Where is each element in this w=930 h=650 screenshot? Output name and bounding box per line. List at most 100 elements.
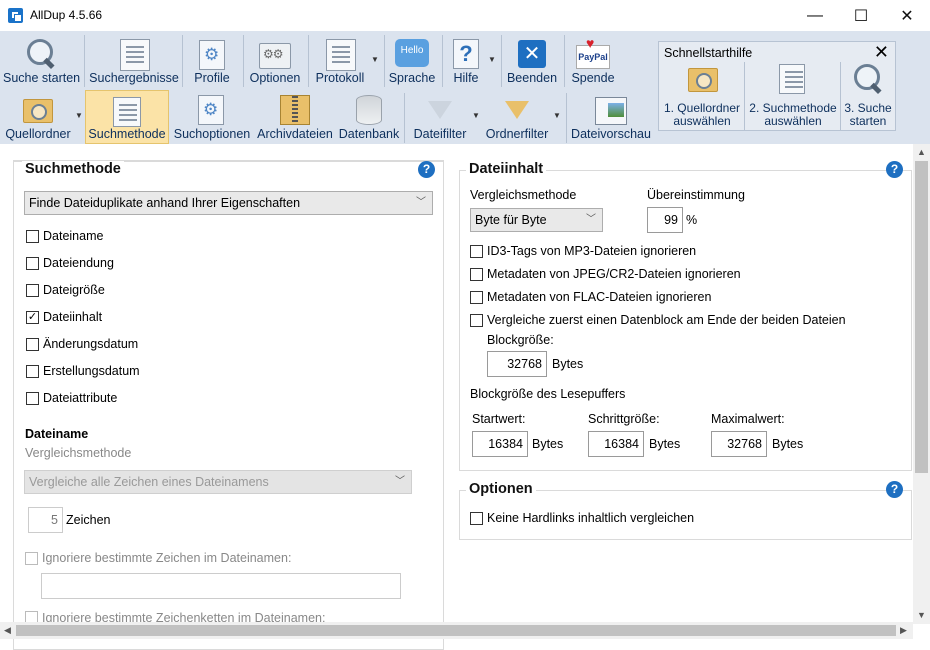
heart-icon: ♥: [586, 35, 595, 51]
help-button[interactable]: ? Hilfe: [446, 33, 486, 87]
file-filter-button[interactable]: Dateifilter: [410, 91, 470, 143]
help-dropdown-icon[interactable]: ▼: [488, 55, 496, 64]
file-filter-label: Dateifilter: [413, 127, 467, 141]
chars-count-input[interactable]: 5: [28, 507, 63, 533]
quickstart-step-3[interactable]: 3. Suche starten: [842, 64, 894, 130]
separator: [564, 35, 565, 87]
quickstart-close-icon[interactable]: ✕: [874, 42, 889, 63]
start-value-input[interactable]: 16384: [472, 431, 528, 457]
step-size-unit: Bytes: [649, 437, 681, 451]
exit-button[interactable]: ✕ Beenden: [505, 33, 559, 87]
percent-label: %: [686, 213, 698, 227]
language-button[interactable]: Hello Sprache: [387, 33, 437, 87]
property-checkbox[interactable]: Dateiendung: [26, 256, 114, 270]
donate-button[interactable]: PayPal ♥ Spende: [568, 33, 618, 87]
start-value-unit: Bytes: [532, 437, 564, 451]
file-preview-label: Dateivorschau: [571, 127, 651, 141]
content-checkbox[interactable]: Vergleiche zuerst einen Datenblock am En…: [470, 313, 846, 327]
search-results-button[interactable]: Suchergebnisse: [89, 33, 179, 87]
scroll-right-icon[interactable]: ▶: [900, 625, 907, 636]
checkbox-box: [26, 283, 39, 297]
step1-line2: auswählen: [673, 114, 731, 128]
compare-method-select[interactable]: Byte für Byte ﹀: [470, 208, 603, 232]
ignore-chars-label: Ignoriere bestimmte Zeichen im Dateiname…: [42, 551, 292, 565]
content-checkbox[interactable]: Metadaten von FLAC-Dateien ignorieren: [470, 290, 711, 304]
source-folders-button[interactable]: Quellordner: [3, 91, 73, 143]
scroll-left-icon[interactable]: ◀: [4, 625, 11, 636]
search-method-button[interactable]: Suchmethode: [85, 90, 169, 144]
max-value-input[interactable]: 32768: [711, 431, 767, 457]
ignore-strings-checkbox[interactable]: Ignoriere bestimmte Zeichenketten im Dat…: [25, 611, 325, 622]
folder-filter-dropdown-icon[interactable]: ▼: [553, 111, 561, 120]
file-content-help-icon[interactable]: ?: [886, 161, 903, 178]
file-filter-dropdown-icon[interactable]: ▼: [472, 111, 480, 120]
source-folders-dropdown-icon[interactable]: ▼: [75, 111, 83, 120]
ignore-chars-input[interactable]: [41, 573, 401, 599]
profiles-icon: [199, 40, 225, 70]
checkbox-box: ✓: [26, 310, 39, 324]
separator: [404, 93, 405, 143]
content-checkbox[interactable]: ID3-Tags von MP3-Dateien ignorieren: [470, 244, 696, 258]
step-size-input[interactable]: 16384: [588, 431, 644, 457]
no-hardlinks-checkbox[interactable]: Keine Hardlinks inhaltlich vergleichen: [470, 511, 694, 525]
checkbox-label: Erstellungsdatum: [43, 364, 140, 378]
options-label: Optionen: [249, 71, 301, 85]
search-method-icon: [113, 97, 141, 127]
log-dropdown-icon[interactable]: ▼: [371, 55, 379, 64]
quickstart-step-2[interactable]: 2. Suchmethode auswählen: [747, 64, 839, 130]
checkbox-label: Dateigröße: [43, 283, 105, 297]
checkbox-box: [26, 337, 39, 351]
options-help-icon[interactable]: ?: [886, 481, 903, 498]
profiles-button[interactable]: Profile: [186, 33, 238, 87]
log-button[interactable]: Protokoll: [311, 33, 369, 87]
search-start-label: Suche starten: [3, 71, 81, 85]
close-button[interactable]: ✕: [884, 0, 930, 31]
search-method-help-icon[interactable]: ?: [418, 161, 435, 178]
database-button[interactable]: Datenbank: [338, 91, 400, 143]
folder-filter-button[interactable]: Ordnerfilter: [484, 91, 550, 143]
vertical-scrollbar[interactable]: ▲ ▼: [913, 144, 930, 624]
property-checkbox[interactable]: Dateigröße: [26, 283, 105, 297]
separator: [384, 35, 385, 87]
scroll-down-icon[interactable]: ▼: [917, 610, 926, 620]
block-size-input[interactable]: 32768: [487, 351, 547, 377]
property-checkbox[interactable]: ✓ Dateiinhalt: [26, 310, 102, 324]
file-preview-button[interactable]: Dateivorschau: [571, 91, 651, 143]
checkbox-label: Dateiattribute: [43, 391, 118, 405]
separator: [744, 62, 745, 130]
checkbox-box: [470, 313, 483, 327]
magnifier-icon: [852, 62, 884, 94]
separator: [442, 35, 443, 87]
property-checkbox[interactable]: Dateiattribute: [26, 391, 117, 405]
scroll-up-icon[interactable]: ▲: [917, 147, 926, 157]
checkbox-label: Dateiname: [43, 229, 104, 243]
separator: [840, 62, 841, 130]
match-input[interactable]: 99: [647, 207, 683, 233]
options-button[interactable]: Optionen: [246, 33, 304, 87]
ignore-chars-checkbox[interactable]: Ignoriere bestimmte Zeichen im Dateiname…: [25, 551, 291, 565]
search-method-title: Suchmethode: [22, 161, 124, 177]
separator: [308, 35, 309, 87]
no-hardlinks-label: Keine Hardlinks inhaltlich vergleichen: [487, 511, 695, 525]
search-options-button[interactable]: Suchoptionen: [172, 91, 252, 143]
vertical-scroll-thumb[interactable]: [915, 161, 928, 473]
content-checkbox[interactable]: Metadaten von JPEG/CR2-Dateien ignoriere…: [470, 267, 741, 281]
profiles-label: Profile: [194, 71, 230, 85]
search-start-button[interactable]: Suche starten: [3, 33, 80, 87]
horizontal-scrollbar[interactable]: ◀ ▶: [0, 622, 913, 639]
quickstart-step-1[interactable]: 1. Quellordner auswählen: [661, 64, 743, 130]
options-title: Optionen: [466, 481, 536, 497]
search-method-select[interactable]: Finde Dateiduplikate anhand Ihrer Eigens…: [24, 191, 433, 215]
filename-compare-label: Vergleichsmethode: [25, 446, 132, 460]
minimize-button[interactable]: —: [792, 0, 838, 31]
folder-icon: [23, 99, 53, 123]
separator: [566, 93, 567, 143]
property-checkbox[interactable]: Erstellungsdatum: [26, 364, 140, 378]
max-value-label: Maximalwert:: [711, 412, 785, 426]
horizontal-scroll-thumb[interactable]: [16, 625, 896, 636]
property-checkbox[interactable]: Dateiname: [26, 229, 103, 243]
maximize-button[interactable]: ☐: [838, 0, 884, 31]
filename-compare-select[interactable]: Vergleiche alle Zeichen eines Dateinamen…: [24, 470, 412, 494]
property-checkbox[interactable]: Änderungsdatum: [26, 337, 138, 351]
archive-files-button[interactable]: Archivdateien: [256, 91, 334, 143]
